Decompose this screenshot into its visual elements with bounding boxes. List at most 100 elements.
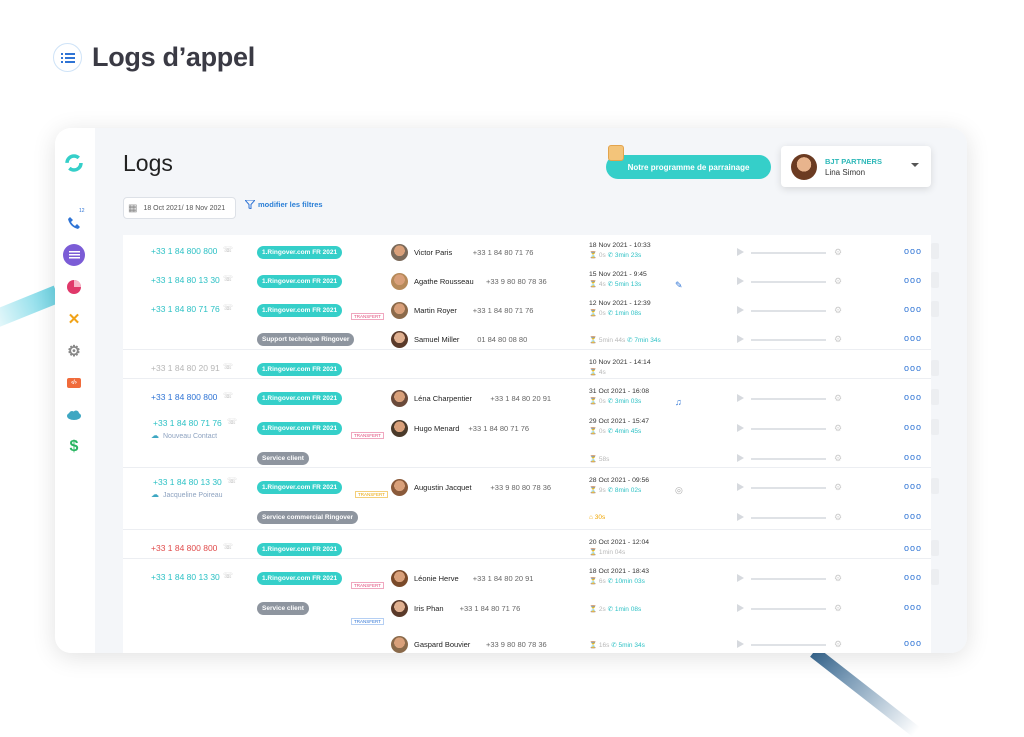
- more-options-icon[interactable]: ooo: [904, 572, 922, 582]
- gear-icon[interactable]: ⚙: [834, 453, 842, 464]
- audio-progress[interactable]: [751, 517, 826, 519]
- row-expand-handle[interactable]: [931, 569, 939, 585]
- audio-progress[interactable]: [751, 608, 826, 610]
- gear-icon[interactable]: ⚙: [834, 639, 842, 650]
- audio-progress[interactable]: [751, 644, 826, 646]
- audio-player[interactable]: ⚙: [737, 334, 847, 345]
- contact-name[interactable]: Martin Royer: [414, 306, 457, 315]
- gear-icon[interactable]: ⚙: [834, 512, 842, 523]
- more-options-icon[interactable]: ooo: [904, 602, 922, 612]
- more-options-icon[interactable]: ooo: [904, 275, 922, 285]
- gear-icon[interactable]: ⚙: [834, 247, 842, 258]
- pie-chart-icon[interactable]: [63, 276, 85, 298]
- row-expand-handle[interactable]: [931, 389, 939, 405]
- gear-icon[interactable]: ⚙: [834, 305, 842, 316]
- call-number[interactable]: +33 1 84 800 800: [151, 543, 217, 553]
- more-options-icon[interactable]: ooo: [904, 638, 922, 648]
- call-note-icon[interactable]: ✎: [675, 280, 683, 291]
- play-icon[interactable]: [737, 513, 744, 521]
- audio-progress[interactable]: [751, 339, 826, 341]
- gear-icon[interactable]: ⚙: [834, 334, 842, 345]
- audio-player[interactable]: ⚙: [737, 305, 847, 316]
- play-icon[interactable]: [737, 277, 744, 285]
- play-icon[interactable]: [737, 454, 744, 462]
- translate-icon[interactable]: ◎: [675, 485, 683, 496]
- audio-progress[interactable]: [751, 487, 826, 489]
- more-options-icon[interactable]: ooo: [904, 304, 922, 314]
- settings-gear-icon[interactable]: ⚙: [63, 340, 85, 362]
- contact-name[interactable]: Samuel Miller: [414, 335, 459, 344]
- audio-progress[interactable]: [751, 398, 826, 400]
- contact-name[interactable]: Victor Paris: [414, 248, 452, 257]
- gear-icon[interactable]: ⚙: [834, 423, 842, 434]
- chevron-down-icon[interactable]: [911, 163, 919, 167]
- more-options-icon[interactable]: ooo: [904, 422, 922, 432]
- row-expand-handle[interactable]: [931, 540, 939, 556]
- call-number[interactable]: +33 1 84 80 71 76: [151, 304, 220, 314]
- contact-name[interactable]: Léonie Herve: [414, 574, 459, 583]
- play-icon[interactable]: [737, 574, 744, 582]
- more-options-icon[interactable]: ooo: [904, 333, 922, 343]
- audio-player[interactable]: ⚙: [737, 512, 847, 523]
- more-options-icon[interactable]: ooo: [904, 511, 922, 521]
- play-icon[interactable]: [737, 335, 744, 343]
- call-number[interactable]: +33 1 84 80 20 91: [151, 363, 220, 373]
- row-expand-handle[interactable]: [931, 243, 939, 259]
- play-icon[interactable]: [737, 424, 744, 432]
- call-number[interactable]: +33 1 84 80 13 30: [151, 275, 220, 285]
- row-expand-handle[interactable]: [931, 272, 939, 288]
- play-icon[interactable]: [737, 640, 744, 648]
- contact-name[interactable]: Hugo Menard: [414, 424, 459, 433]
- more-options-icon[interactable]: ooo: [904, 363, 922, 373]
- audio-progress[interactable]: [751, 578, 826, 580]
- modify-filters-link[interactable]: modifier les filtres: [245, 200, 323, 209]
- audio-player[interactable]: ⚙: [737, 603, 847, 614]
- audio-player[interactable]: ⚙: [737, 573, 847, 584]
- gear-icon[interactable]: ⚙: [834, 603, 842, 614]
- more-options-icon[interactable]: ooo: [904, 543, 922, 553]
- contact-name[interactable]: Iris Phan: [414, 604, 444, 613]
- date-range-picker[interactable]: ▦ 18 Oct 2021/ 18 Nov 2021: [123, 197, 236, 219]
- more-options-icon[interactable]: ooo: [904, 246, 922, 256]
- audio-player[interactable]: ⚙: [737, 393, 847, 404]
- ringover-logo-icon[interactable]: [63, 152, 85, 174]
- audio-progress[interactable]: [751, 252, 826, 254]
- cloud-icon[interactable]: [63, 404, 85, 426]
- gear-icon[interactable]: ⚙: [834, 482, 842, 493]
- audio-player[interactable]: ⚙: [737, 276, 847, 287]
- audio-player[interactable]: ⚙: [737, 639, 847, 650]
- call-number[interactable]: +33 1 84 80 13 30: [153, 477, 222, 487]
- more-options-icon[interactable]: ooo: [904, 452, 922, 462]
- audio-progress[interactable]: [751, 458, 826, 460]
- contact-name[interactable]: Augustin Jacquet: [414, 483, 472, 492]
- nav-logs-icon[interactable]: [63, 244, 85, 266]
- call-number[interactable]: +33 1 84 800 800: [151, 392, 217, 402]
- gear-icon[interactable]: ⚙: [834, 276, 842, 287]
- gear-icon[interactable]: ⚙: [834, 393, 842, 404]
- more-options-icon[interactable]: ooo: [904, 481, 922, 491]
- tools-icon[interactable]: ✕: [63, 308, 85, 330]
- call-number[interactable]: +33 1 84 80 13 30: [151, 572, 220, 582]
- audio-player[interactable]: ⚙: [737, 247, 847, 258]
- music-note-icon[interactable]: ♫: [675, 397, 682, 407]
- code-icon[interactable]: ‹/›: [63, 372, 85, 394]
- row-expand-handle[interactable]: [931, 419, 939, 435]
- row-expand-handle[interactable]: [931, 360, 939, 376]
- play-icon[interactable]: [737, 604, 744, 612]
- audio-progress[interactable]: [751, 281, 826, 283]
- play-icon[interactable]: [737, 306, 744, 314]
- audio-progress[interactable]: [751, 310, 826, 312]
- gear-icon[interactable]: ⚙: [834, 573, 842, 584]
- call-number[interactable]: +33 1 84 80 71 76: [153, 418, 222, 428]
- call-number[interactable]: +33 1 84 800 800: [151, 246, 217, 256]
- account-switcher[interactable]: BJT PARTNERS Lina Simon: [781, 146, 931, 187]
- contact-name[interactable]: Léna Charpentier: [414, 394, 472, 403]
- audio-player[interactable]: ⚙: [737, 423, 847, 434]
- dollar-icon[interactable]: $: [63, 436, 85, 458]
- phone-icon[interactable]: 12: [63, 208, 85, 234]
- referral-program-button[interactable]: Notre programme de parrainage: [606, 155, 771, 179]
- contact-name[interactable]: Agathe Rousseau: [414, 277, 474, 286]
- audio-player[interactable]: ⚙: [737, 453, 847, 464]
- more-options-icon[interactable]: ooo: [904, 392, 922, 402]
- contact-name[interactable]: Gaspard Bouvier: [414, 640, 470, 649]
